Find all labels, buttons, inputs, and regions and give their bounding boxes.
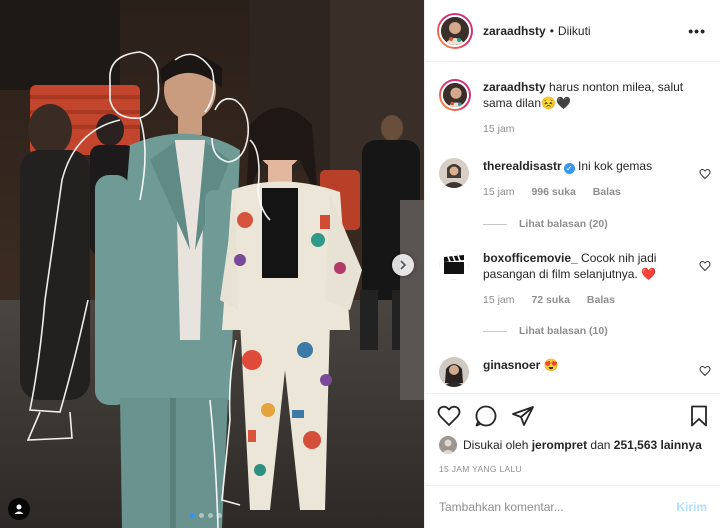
add-comment-bar: Kirim xyxy=(425,485,720,528)
save-bookmark-icon[interactable] xyxy=(687,404,711,428)
post-actions: Disukai oleh jerompret dan 251,563 lainn… xyxy=(425,393,720,485)
post-side-panel: zaraadhsty • Diikuti ••• zaraadhsty haru… xyxy=(424,0,720,528)
comment-username[interactable]: ginasnoer xyxy=(483,358,540,372)
post-header: zaraadhsty • Diikuti ••• xyxy=(425,0,720,62)
author-avatar[interactable] xyxy=(439,79,471,111)
profile-photo-icon xyxy=(441,16,469,45)
likes-prefix: Disukai oleh xyxy=(463,438,529,452)
replies-line xyxy=(483,223,507,225)
reply-button[interactable]: Balas xyxy=(587,294,615,306)
photo-image xyxy=(0,0,424,528)
likes-joiner: dan xyxy=(590,438,611,452)
likes-summary: Disukai oleh jerompret dan 251,563 lainn… xyxy=(439,436,702,454)
liker-avatar[interactable] xyxy=(439,436,457,454)
comment-username[interactable]: boxofficemovie_ xyxy=(483,251,578,265)
chevron-right-icon xyxy=(400,260,407,270)
carousel-dot xyxy=(190,513,195,518)
comment-text: 😍 xyxy=(543,358,559,372)
profile-photo-icon xyxy=(443,83,467,107)
author-avatar[interactable] xyxy=(437,12,473,49)
author-username[interactable]: zaraadhsty xyxy=(483,24,546,38)
comment-item: boxofficemovie_ Cocok nih jadi pasangan … xyxy=(439,250,709,308)
header-separator: • xyxy=(549,23,554,38)
profile-photo-icon xyxy=(439,158,469,188)
carousel-dot xyxy=(208,513,213,518)
comment-bubble-icon[interactable] xyxy=(474,404,498,428)
liker-username[interactable]: jerompret xyxy=(532,438,587,452)
comment-item: ginasnoer 😍 xyxy=(439,357,709,387)
comment-text: Ini kok gemas xyxy=(578,159,653,173)
commenter-avatar[interactable] xyxy=(439,158,469,188)
caption-time[interactable]: 15 jam xyxy=(483,123,515,135)
view-replies-label: Lihat balasan (20) xyxy=(519,218,608,230)
like-comment-heart-icon[interactable] xyxy=(699,168,711,180)
comment-username[interactable]: therealdisastr xyxy=(483,159,562,173)
follow-status-button[interactable]: Diikuti xyxy=(558,24,591,38)
comment-time[interactable]: 15 jam xyxy=(483,294,515,306)
user-tag-icon xyxy=(14,504,24,514)
next-slide-button[interactable] xyxy=(392,254,414,276)
like-comment-heart-icon[interactable] xyxy=(699,260,711,272)
replies-line xyxy=(483,330,507,332)
post-photo[interactable] xyxy=(0,0,424,528)
view-replies-button[interactable]: Lihat balasan (10) xyxy=(483,325,608,337)
like-comment-heart-icon[interactable] xyxy=(699,365,711,377)
tagged-users-button[interactable] xyxy=(8,498,30,520)
clapperboard-icon xyxy=(439,250,469,280)
caption: zaraadhsty harus nonton milea, salut sam… xyxy=(439,79,709,137)
commenter-avatar[interactable] xyxy=(439,250,469,280)
action-bar xyxy=(437,404,711,428)
comments-list[interactable]: zaraadhsty harus nonton milea, salut sam… xyxy=(425,63,720,392)
caption-username[interactable]: zaraadhsty xyxy=(483,80,546,94)
post-comment-button[interactable]: Kirim xyxy=(676,500,707,514)
carousel-indicator xyxy=(190,513,222,518)
verified-badge-icon: ✓ xyxy=(563,163,575,174)
comment-likes[interactable]: 72 suka xyxy=(531,294,570,306)
carousel-dot xyxy=(217,513,222,518)
post-timestamp[interactable]: 15 JAM YANG LALU xyxy=(439,464,522,474)
likes-count[interactable]: 251,563 lainnya xyxy=(614,438,702,452)
profile-photo-icon xyxy=(439,357,469,387)
carousel-dot xyxy=(199,513,204,518)
view-replies-button[interactable]: Lihat balasan (20) xyxy=(483,218,608,230)
more-options-button[interactable]: ••• xyxy=(688,23,706,39)
profile-photo-icon xyxy=(439,436,457,454)
share-paper-plane-icon[interactable] xyxy=(511,404,535,428)
comment-time[interactable]: 15 jam xyxy=(483,186,515,198)
view-replies-label: Lihat balasan (10) xyxy=(519,325,608,337)
like-heart-icon[interactable] xyxy=(437,404,461,428)
comment-input[interactable] xyxy=(439,500,677,514)
reply-button[interactable]: Balas xyxy=(593,186,621,198)
comment-item: therealdisastr ✓ Ini kok gemas 15 jam 996… xyxy=(439,158,709,200)
commenter-avatar[interactable] xyxy=(439,357,469,387)
comment-likes[interactable]: 996 suka xyxy=(531,186,575,198)
